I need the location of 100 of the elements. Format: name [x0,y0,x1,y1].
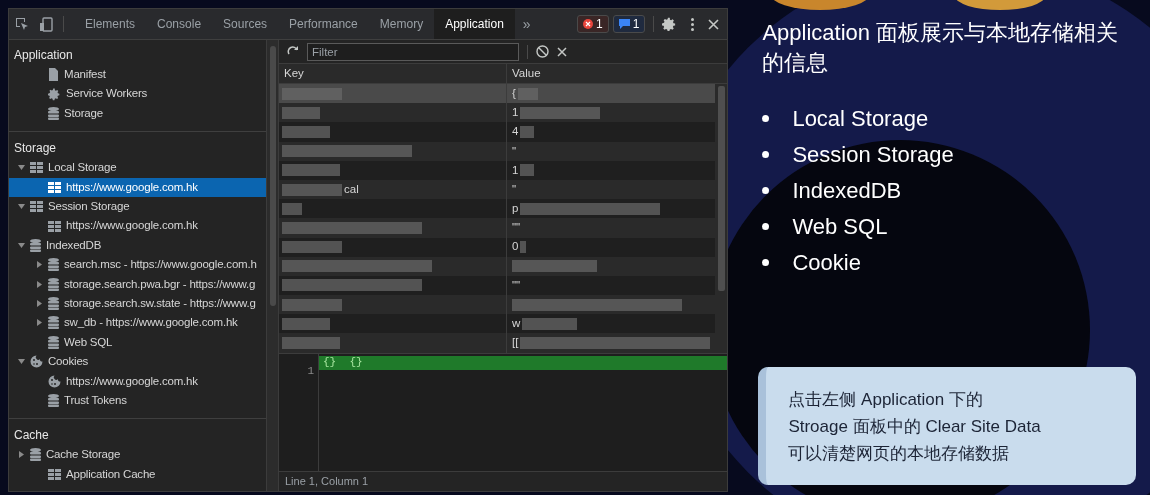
database-icon [30,448,41,462]
note-text: 点击左侧 Application 下的 [788,388,984,411]
table-cell-text: w [512,316,521,332]
tree-item[interactable]: search.msc - https://www.google.com.h [9,255,266,275]
panel-tab[interactable]: Performance [278,9,369,39]
tree-item[interactable]: Manifest [9,65,266,85]
redacted-text [282,183,342,196]
scrollbar-thumb[interactable] [269,46,276,306]
collapsed-arrow-icon[interactable] [35,280,43,288]
database-icon [48,106,59,120]
clear-all-icon[interactable] [536,45,549,58]
table-cell-text: "" [512,277,521,293]
grid-icon [48,220,61,232]
panel-tab[interactable]: Console [146,9,213,39]
database-icon [48,335,59,349]
expanded-arrow-icon[interactable] [17,203,25,211]
table-row[interactable]: p [279,199,716,219]
tree-item[interactable]: Service Workers [9,84,266,104]
table-cell-text: 0 [512,239,519,255]
close-icon[interactable] [708,18,720,30]
status-bar-text: Line 1, Column 1 [285,474,369,490]
tree-item[interactable]: Trust Tokens [9,390,266,411]
tree-item-label: storage.search.sw.state - https://www.g [64,295,256,311]
error-count-badge[interactable]: 1 [577,15,609,33]
grid-icon [30,162,43,174]
table-row[interactable]: { [279,84,716,104]
table-cell-text: "" [512,220,521,236]
table-row[interactable]: [[ [279,333,716,353]
collapsed-arrow-icon[interactable] [35,261,43,269]
table-cell-text: cal [344,181,359,197]
cookie-icon [30,355,43,369]
table-row[interactable]: "" [279,218,716,238]
tree-item[interactable]: https://www.google.com.hk [9,216,266,236]
table-row[interactable]: 4 [279,122,716,142]
tree-item[interactable]: storage.search.sw.state - https://www.g [9,293,266,314]
panel-tab[interactable]: Application [434,9,515,39]
tree-item-label: https://www.google.com.hk [66,179,198,195]
database-icon [48,297,59,311]
tree-item-label: Application Cache [66,466,156,482]
tree-item-label: Manifest [64,67,106,83]
tree-item[interactable]: Local Storage [9,158,266,178]
panel-tab[interactable]: Memory [368,9,435,39]
tree-item[interactable]: Web SQL [9,332,266,353]
redacted-text [282,317,330,330]
redacted-text [282,125,330,138]
table-row[interactable]: cal " [279,179,716,200]
more-options-icon[interactable] [691,17,695,31]
panel-tab[interactable]: Elements [74,9,147,39]
table-row[interactable]: 0 [279,237,716,257]
table-row[interactable]: 1 [279,160,716,180]
redacted-text [282,298,342,311]
table-row[interactable]: " [279,141,716,161]
delete-icon[interactable] [557,46,567,57]
filter-field[interactable]: Filter [307,42,519,61]
bullet-icon [762,259,770,266]
tree-item-label: Local Storage [48,160,117,176]
gear-icon [48,87,61,101]
expanded-arrow-icon[interactable] [17,164,25,172]
scrollbar-thumb[interactable] [717,86,725,291]
collapsed-arrow-icon[interactable] [35,300,43,308]
inspect-icon[interactable] [15,17,29,31]
expanded-arrow-icon[interactable] [17,241,25,249]
note-text: Stroage 面板中的 Clear Site Data [788,415,1042,438]
tree-item[interactable]: https://www.google.com.hk [9,177,266,197]
panel-tab[interactable]: Sources [212,9,279,39]
tree-item-label: https://www.google.com.hk [66,373,198,389]
table-row[interactable]: 1 [279,103,716,123]
redacted-text [282,106,320,119]
bullet-icon [762,115,770,122]
code-line: {} {} [323,355,363,371]
tree-item-label: IndexedDB [46,237,102,253]
document-icon [48,68,59,82]
tree-item[interactable]: Application Cache [9,464,266,485]
collapsed-arrow-icon[interactable] [35,319,43,327]
tree-item[interactable]: IndexedDB [9,235,266,256]
message-count-badge[interactable]: 1 [612,15,646,33]
settings-icon[interactable] [662,16,678,32]
table-row[interactable]: "" [279,275,716,296]
sidebar-section-title: Storage [13,140,58,158]
tree-item[interactable]: https://www.google.com.hk [9,371,266,391]
column-header[interactable]: Key [279,64,507,83]
tree-item[interactable]: storage.search.pwa.bgr - https://www.g [9,274,266,294]
tree-item-label: Trust Tokens [64,392,127,408]
tree-item[interactable]: Storage [9,103,266,124]
table-row[interactable]: w [279,314,716,334]
collapsed-arrow-icon[interactable] [17,451,25,459]
more-tabs-button[interactable]: » [514,13,539,35]
device-toolbar-icon[interactable] [39,16,53,32]
redacted-text [520,125,535,138]
table-cell-text: { [512,85,516,101]
cookie-icon [48,374,61,388]
tree-item[interactable]: sw_db - https://www.google.com.hk [9,313,266,333]
bullet-text: Web SQL [792,213,888,241]
tree-item[interactable]: Session Storage [9,196,266,217]
database-icon [48,277,59,291]
sidebar-section-title: Application [13,47,74,64]
tree-item[interactable]: Cookies [9,352,266,372]
column-header[interactable]: Value [507,64,728,83]
expanded-arrow-icon[interactable] [17,358,25,366]
tree-item[interactable]: Cache Storage [9,445,266,465]
